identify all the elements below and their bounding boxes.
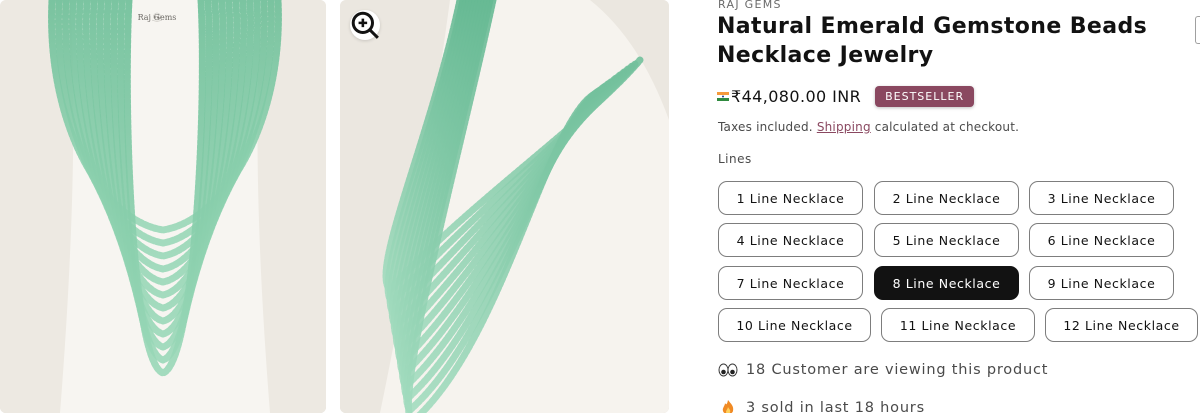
shipping-link[interactable]: Shipping <box>817 120 871 134</box>
option-3-line[interactable]: 3 Line Necklace <box>1029 181 1174 215</box>
option-10-line[interactable]: 10 Line Necklace <box>718 308 871 342</box>
tax-prefix: Taxes included. <box>718 120 813 134</box>
product-image-1[interactable]: rg Raj Gems <box>0 0 326 413</box>
svg-text:rg: rg <box>155 15 160 19</box>
product-title: Natural Emerald Gemstone Beads Necklace … <box>717 14 1148 68</box>
option-8-line[interactable]: 8 Line Necklace <box>874 266 1019 300</box>
bestseller-badge: BESTSELLER <box>875 86 975 107</box>
price-row: ₹44,080.00 INR BESTSELLER <box>717 86 975 107</box>
eyes-icon <box>718 363 738 377</box>
sold-count-row: 3 sold in last 18 hours <box>718 399 925 413</box>
share-button-edge[interactable] <box>1195 16 1200 44</box>
option-6-line[interactable]: 6 Line Necklace <box>1029 223 1174 257</box>
zoom-in-icon <box>351 11 379 39</box>
raj-gems-logo-icon: rg <box>151 12 163 22</box>
option-label: Lines <box>718 152 752 166</box>
sold-text: 3 sold in last 18 hours <box>746 400 925 413</box>
viewing-text: 18 Customer are viewing this product <box>746 362 1049 378</box>
tax-note: Taxes included. Shipping calculated at c… <box>718 120 1019 134</box>
option-11-line[interactable]: 11 Line Necklace <box>881 308 1035 342</box>
viewing-count-row: 18 Customer are viewing this product <box>718 361 1048 379</box>
watermark-logo: rg Raj Gems <box>128 12 186 22</box>
fire-icon <box>722 400 734 413</box>
product-image-2[interactable]: rg <box>340 0 669 413</box>
option-7-line[interactable]: 7 Line Necklace <box>718 266 863 300</box>
zoom-button[interactable] <box>350 10 380 40</box>
necklace-front-illustration <box>0 0 326 413</box>
option-2-line[interactable]: 2 Line Necklace <box>874 181 1019 215</box>
necklace-side-illustration <box>340 0 669 413</box>
vendor-name: RAJ GEMS <box>718 0 782 11</box>
india-flag-icon <box>717 92 729 101</box>
product-price: ₹44,080.00 INR <box>731 87 862 106</box>
option-1-line[interactable]: 1 Line Necklace <box>718 181 863 215</box>
option-5-line[interactable]: 5 Line Necklace <box>874 223 1019 257</box>
option-9-line[interactable]: 9 Line Necklace <box>1029 266 1174 300</box>
option-4-line[interactable]: 4 Line Necklace <box>718 223 863 257</box>
option-12-line[interactable]: 12 Line Necklace <box>1045 308 1198 342</box>
tax-suffix: calculated at checkout. <box>874 120 1020 134</box>
